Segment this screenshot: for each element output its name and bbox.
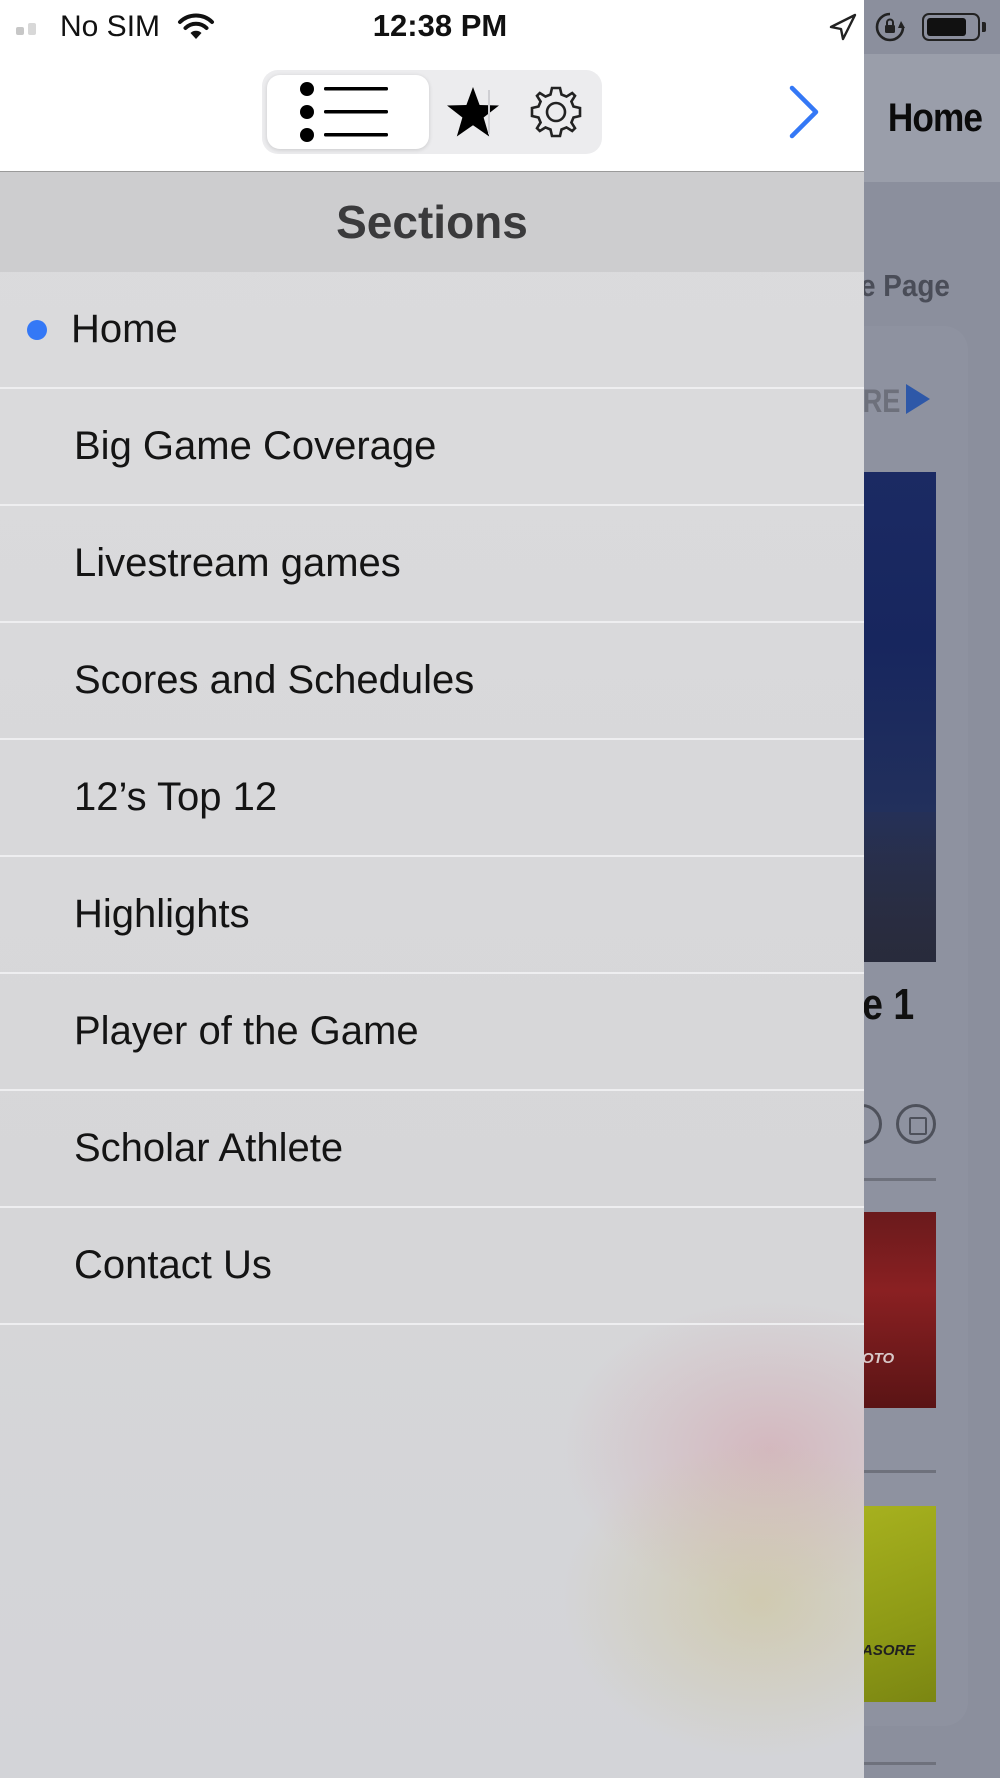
gear-icon (530, 86, 582, 138)
drawer-tab-control (262, 70, 602, 154)
background-headline: e 1 (862, 980, 914, 1029)
section-item-player-of-the-game[interactable]: Player of the Game (0, 974, 864, 1091)
divider (860, 1470, 936, 1473)
sections-header: Sections (0, 172, 864, 272)
section-item-label: Scores and Schedules (74, 658, 475, 702)
play-arrow-icon (906, 384, 930, 414)
location-icon (829, 13, 857, 41)
tab-settings[interactable] (514, 75, 598, 149)
section-item-highlights[interactable]: Highlights (0, 857, 864, 974)
section-item-top-12[interactable]: 12’s Top 12 (0, 740, 864, 857)
status-right (828, 10, 986, 44)
section-item-label: Player of the Game (74, 1009, 419, 1053)
tab-favorites[interactable] (432, 75, 514, 149)
section-item-scores-and-schedules[interactable]: Scores and Schedules (0, 623, 864, 740)
section-item-label: Livestream games (74, 541, 401, 585)
background-page-title: Home (887, 96, 983, 140)
section-item-home[interactable]: Home (0, 272, 864, 389)
background-more-link: RE (862, 383, 900, 419)
status-time: 12:38 PM (372, 8, 508, 43)
section-item-label: Contact Us (74, 1243, 272, 1287)
battery-icon (922, 11, 986, 43)
selected-dot-icon (27, 319, 47, 340)
section-item-contact-us[interactable]: Contact Us (0, 1208, 864, 1325)
status-bar: No SIM 12:38 PM (0, 0, 1000, 54)
section-item-big-game-coverage[interactable]: Big Game Coverage (0, 389, 864, 506)
divider (860, 1178, 936, 1181)
rotation-lock-icon (875, 12, 905, 42)
section-item-label: Home (71, 307, 178, 351)
section-item-livestream-games[interactable]: Livestream games (0, 506, 864, 623)
section-item-label: 12’s Top 12 (74, 775, 278, 819)
gallery-icon (896, 1104, 936, 1144)
background-subtitle: e Page (860, 268, 950, 303)
section-item-label: Highlights (74, 892, 250, 936)
background-thumbnail-label: OTO (862, 1350, 895, 1367)
list-icon (300, 82, 388, 142)
sections-title: Sections (336, 196, 528, 248)
star-icon (447, 87, 499, 137)
sections-drawer: Sections Home Big Game Coverage Livestre… (0, 0, 864, 1778)
divider (860, 1762, 936, 1765)
section-item-label: Scholar Athlete (74, 1126, 344, 1170)
background-thumbnail-label: ASORE (862, 1642, 916, 1659)
section-list: Home Big Game Coverage Livestream games … (0, 272, 864, 1325)
tab-sections[interactable] (267, 75, 429, 149)
section-item-scholar-athlete[interactable]: Scholar Athlete (0, 1091, 864, 1208)
tab-separator (488, 90, 490, 134)
section-item-label: Big Game Coverage (74, 424, 437, 468)
chevron-right-icon[interactable] (784, 84, 824, 140)
